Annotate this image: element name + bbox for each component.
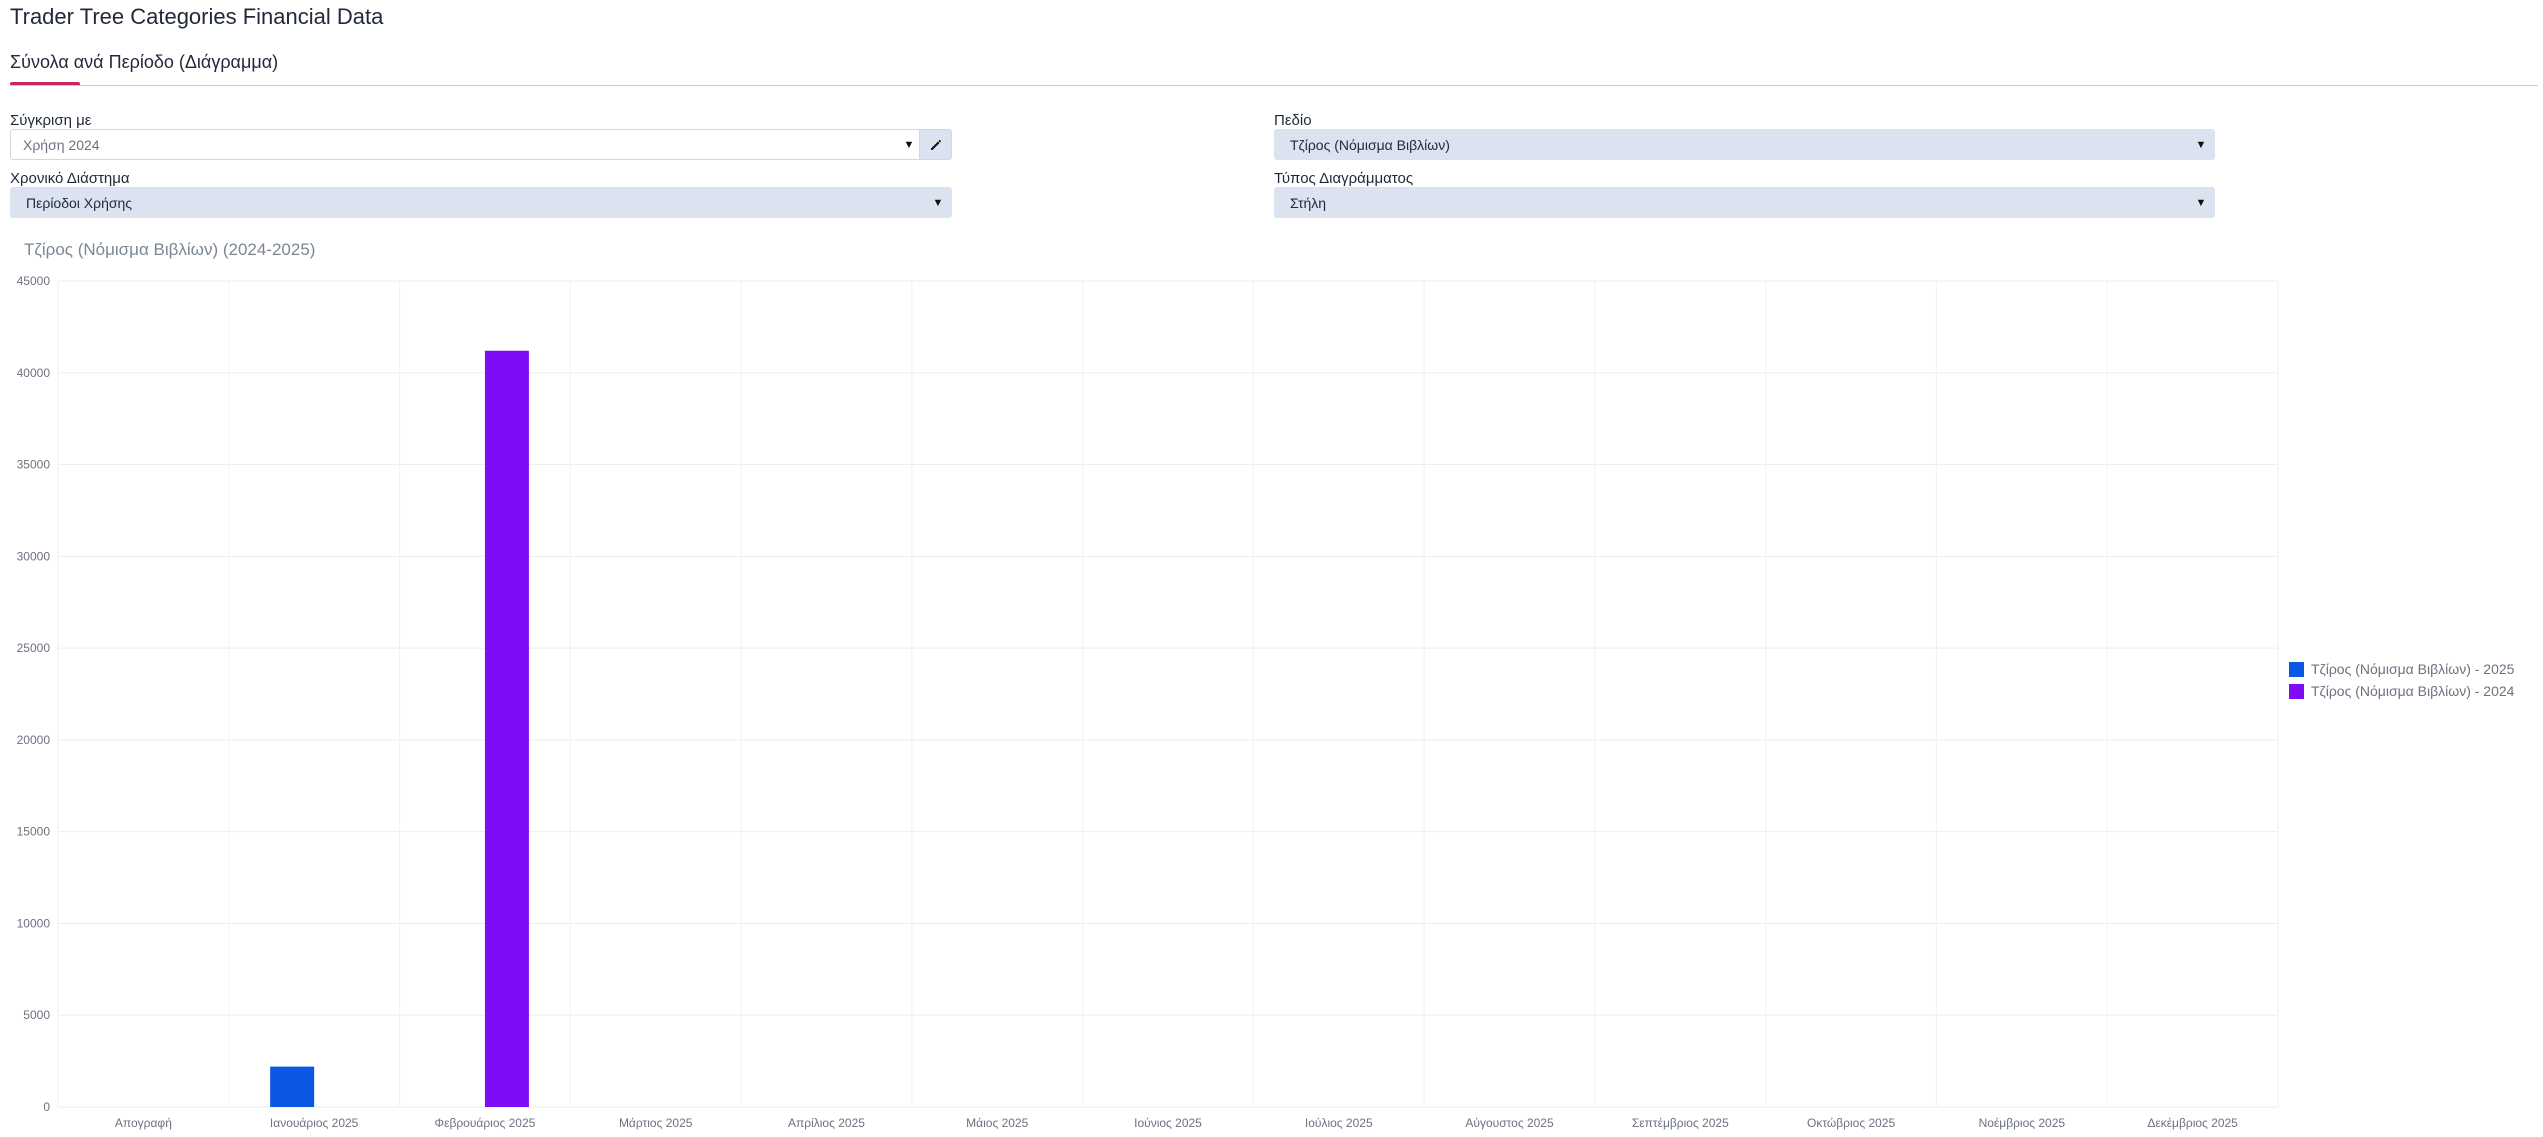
chevron-down-icon: ▼ xyxy=(2195,196,2207,209)
chart-legend[interactable]: Τζίρος (Νόμισμα Βιβλίων) - 2025 Τζίρος (Ν… xyxy=(2289,658,2514,702)
chevron-down-icon: ▼ xyxy=(932,196,944,209)
pencil-icon[interactable] xyxy=(919,130,951,159)
compare-label: Σύγκριση με xyxy=(10,112,92,129)
x-tick-label: Ιούλιος 2025 xyxy=(1305,1116,1373,1130)
tab-label[interactable]: Σύνολα ανά Περίοδο (Διάγραμμα) xyxy=(10,52,278,73)
x-tick-label: Νοέμβριος 2025 xyxy=(1979,1116,2066,1130)
y-tick-label: 5000 xyxy=(23,1008,50,1022)
range-value: Περίοδοι Χρήσης xyxy=(26,194,133,211)
y-tick-label: 20000 xyxy=(17,733,51,747)
bar-chart: 0 5000 10000 15000 20000 25000 30000 35000 40000… xyxy=(17,274,2279,1130)
x-tick-label: Δεκέμβριος 2025 xyxy=(2147,1116,2238,1130)
legend-item[interactable]: Τζίρος (Νόμισμα Βιβλίων) - 2025 xyxy=(2289,658,2514,680)
y-tick-label: 0 xyxy=(43,1100,50,1114)
x-tick-label: Σεπτέμβριος 2025 xyxy=(1632,1116,1729,1130)
chart-title: Τζίρος (Νόμισμα Βιβλίων) (2024-2025) xyxy=(24,240,316,259)
y-tick-label: 45000 xyxy=(17,274,51,288)
bar-2024[interactable] xyxy=(484,350,529,1107)
field-select[interactable]: Τζίρος (Νόμισμα Βιβλίων) ▼ xyxy=(1274,129,2215,160)
legend-item[interactable]: Τζίρος (Νόμισμα Βιβλίων) - 2024 xyxy=(2289,680,2514,702)
x-tick-label: Αύγουστος 2025 xyxy=(1465,1116,1554,1130)
field-value: Τζίρος (Νόμισμα Βιβλίων) xyxy=(1290,136,1450,153)
x-tick-label: Μάρτιος 2025 xyxy=(619,1116,693,1130)
y-tick-label: 25000 xyxy=(17,641,51,655)
chevron-down-icon: ▼ xyxy=(2195,138,2207,151)
x-tick-label: Ιούνιος 2025 xyxy=(1134,1116,1202,1130)
x-tick-label: Μάιος 2025 xyxy=(966,1116,1028,1130)
x-tick-label: Απογραφή xyxy=(115,1116,172,1130)
range-label: Χρονικό Διάστημα xyxy=(10,170,130,187)
page-title: Trader Tree Categories Financial Data xyxy=(10,4,384,29)
chart-type-value: Στήλη xyxy=(1290,194,1327,211)
legend-swatch xyxy=(2289,661,2304,677)
y-tick-label: 10000 xyxy=(17,916,51,930)
chart-type-select[interactable]: Στήλη ▼ xyxy=(1274,187,2215,218)
x-tick-label: Απρίλιος 2025 xyxy=(788,1116,865,1130)
bar-2025[interactable] xyxy=(270,1066,315,1107)
range-select[interactable]: Περίοδοι Χρήσης ▼ xyxy=(10,187,952,218)
legend-label: Τζίρος (Νόμισμα Βιβλίων) - 2025 xyxy=(2311,661,2515,677)
chevron-down-icon[interactable]: ▼ xyxy=(899,139,919,151)
y-tick-label: 30000 xyxy=(17,549,51,563)
y-tick-label: 40000 xyxy=(17,366,51,380)
tab-divider xyxy=(10,85,2538,86)
y-tick-label: 35000 xyxy=(17,458,51,472)
compare-value: Χρήση 2024 xyxy=(23,136,100,153)
compare-field[interactable]: Χρήση 2024 ▼ xyxy=(10,129,952,160)
chart-type-label: Τύπος Διαγράμματος xyxy=(1274,170,1414,187)
y-tick-label: 15000 xyxy=(17,825,51,839)
field-label: Πεδίο xyxy=(1274,112,1312,129)
legend-swatch xyxy=(2289,683,2304,699)
legend-label: Τζίρος (Νόμισμα Βιβλίων) - 2024 xyxy=(2311,683,2515,699)
x-tick-label: Οκτώβριος 2025 xyxy=(1807,1116,1895,1130)
x-tick-label: Ιανουάριος 2025 xyxy=(270,1116,359,1130)
x-tick-label: Φεβρουάριος 2025 xyxy=(435,1116,536,1130)
